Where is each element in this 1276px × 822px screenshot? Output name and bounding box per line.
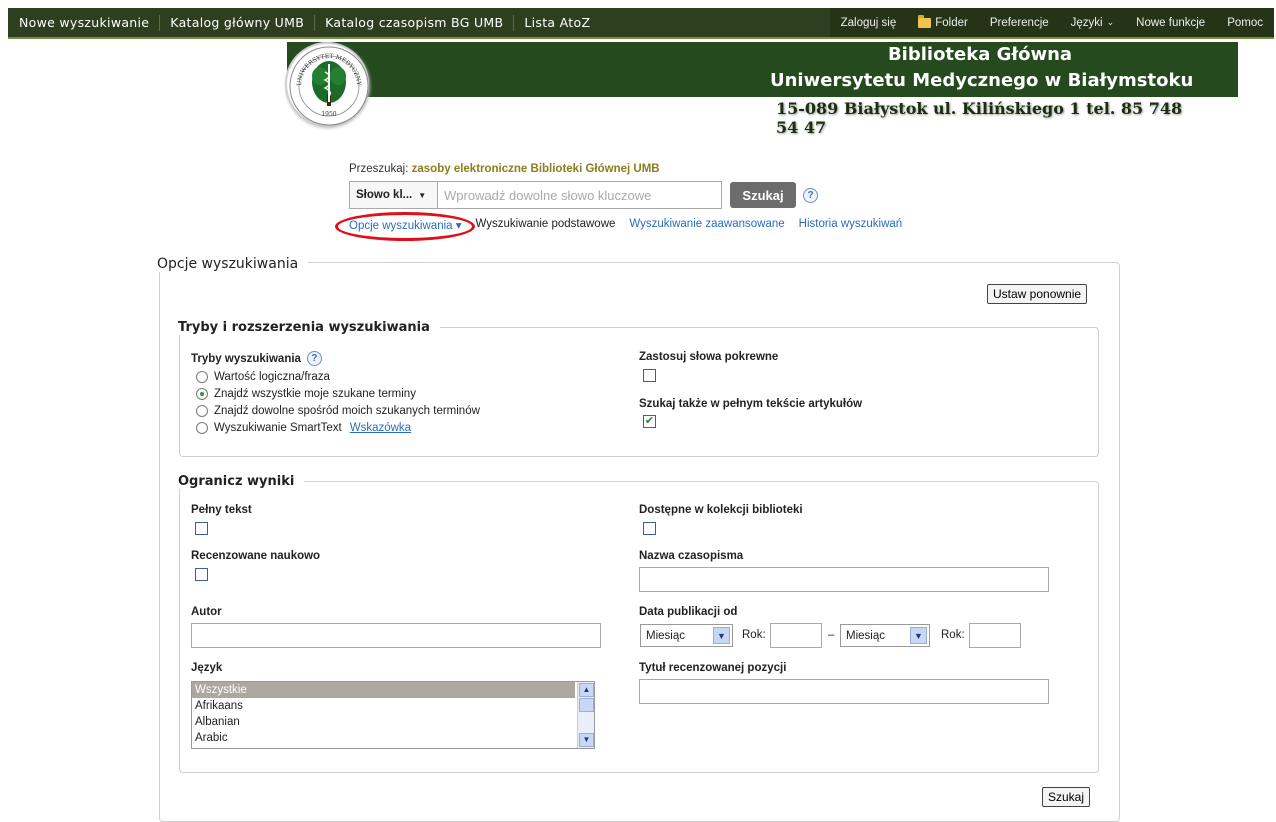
languages-label: Języki — [1070, 16, 1103, 29]
year-from-label: Rok: — [742, 629, 766, 641]
search-history-link[interactable]: Historia wyszukiwań — [799, 218, 903, 232]
search-scope-label: Przeszukaj: zasoby elektroniczne Bibliot… — [349, 163, 660, 175]
language-label: Język — [191, 662, 223, 674]
login-link[interactable]: Zaloguj się — [830, 17, 908, 29]
mode-option-any-terms[interactable]: Znajdź dowolne spośród moich szukanych t… — [196, 405, 480, 417]
author-input[interactable] — [191, 623, 601, 648]
related-words-label: Zastosuj słowa pokrewne — [639, 351, 779, 363]
top-nav-right: Zaloguj się Folder Preferencje Języki ⌄ … — [829, 8, 1274, 37]
nav-journal-catalog[interactable]: Katalog czasopism BG UMB — [315, 14, 515, 31]
search-modes-label: Tryby wyszukiwania ? — [191, 351, 322, 366]
options-search-button[interactable]: Szukaj — [1042, 787, 1091, 807]
peer-reviewed-checkbox[interactable] — [195, 568, 208, 581]
university-seal-logo: UNIWERSYTET MEDYCZNY W BIAŁYMSTOKU 1950 — [285, 42, 369, 126]
search-scope-prefix: Przeszukaj: — [349, 163, 409, 175]
available-in-library-checkbox[interactable] — [643, 522, 656, 535]
listbox-scrollbar[interactable]: ▲ ▼ — [577, 682, 594, 748]
related-words-checkbox[interactable] — [643, 369, 656, 382]
language-listbox[interactable]: Wszystkie Afrikaans Albanian Arabic ▲ ▼ — [191, 681, 595, 749]
available-in-library-label: Dostępne w kolekcji biblioteki — [639, 504, 803, 516]
author-label: Autor — [191, 606, 222, 618]
publication-date-label: Data publikacji od — [639, 606, 738, 618]
limit-results-title: Ogranicz wyniki — [178, 474, 305, 489]
fulltext-search-label: Szukaj także w pełnym tekście artykułów — [639, 398, 863, 410]
radio-button[interactable] — [196, 405, 208, 417]
basic-search-link[interactable]: Wyszukiwanie podstawowe — [476, 218, 616, 232]
date-range-dash: – — [828, 629, 835, 641]
nav-main-catalog[interactable]: Katalog główny UMB — [160, 14, 316, 31]
search-scope-source: zasoby elektroniczne Biblioteki Głównej … — [411, 163, 660, 175]
mode-option-all-terms[interactable]: Znajdź wszystkie moje szukane terminy — [196, 388, 416, 400]
peer-reviewed-label: Recenzowane naukowo — [191, 550, 321, 562]
nav-atoz-list[interactable]: Lista AtoZ — [514, 15, 600, 31]
folder-label: Folder — [935, 16, 968, 29]
mode-option-smarttext[interactable]: Wyszukiwanie SmartText Wskazówka — [196, 422, 411, 434]
chevron-down-icon: ▼ — [713, 627, 730, 644]
top-navigation-bar: Nowe wyszukiwanie Katalog główny UMB Kat… — [8, 8, 1274, 39]
scroll-down-icon[interactable]: ▼ — [579, 733, 594, 747]
full-text-checkbox[interactable] — [195, 522, 208, 535]
reviewed-title-label: Tytuł recenzowanej pozycji — [639, 662, 787, 674]
search-bar: Słowo kl... ▼ Szukaj ? — [349, 181, 818, 209]
help-icon[interactable]: ? — [803, 187, 818, 203]
search-button[interactable]: Szukaj — [730, 182, 796, 208]
advanced-search-link[interactable]: Wyszukiwanie zaawansowane — [629, 218, 784, 232]
top-nav-left: Nowe wyszukiwanie Katalog główny UMB Kat… — [8, 8, 600, 37]
highlight-annotation-oval — [335, 212, 475, 241]
journal-name-input[interactable] — [639, 567, 1049, 592]
preferences-link[interactable]: Preferencje — [979, 17, 1060, 29]
library-name-line2: Uniwersytetu Medycznego w Białymstoku — [770, 70, 1194, 91]
list-item[interactable]: Arabic — [192, 730, 575, 746]
radio-button[interactable] — [196, 371, 208, 383]
folder-link[interactable]: Folder — [907, 14, 979, 29]
year-to-label: Rok: — [941, 629, 965, 641]
scroll-up-icon[interactable]: ▲ — [579, 683, 594, 697]
journal-name-label: Nazwa czasopisma — [639, 550, 744, 562]
search-input[interactable] — [437, 181, 722, 209]
full-text-label: Pełny tekst — [191, 504, 252, 516]
chevron-down-icon: ▼ — [910, 627, 927, 644]
scroll-thumb[interactable] — [579, 698, 594, 712]
month-from-select[interactable]: Miesiąc ▼ — [640, 624, 733, 647]
list-item[interactable]: Wszystkie — [192, 682, 575, 698]
reviewed-title-input[interactable] — [639, 679, 1049, 704]
search-field-value: Słowo kl... — [356, 189, 413, 201]
nav-new-search[interactable]: Nowe wyszukiwanie — [8, 14, 161, 31]
help-icon[interactable]: ? — [306, 351, 322, 366]
list-item[interactable]: Albanian — [192, 714, 575, 730]
year-to-input[interactable] — [969, 623, 1021, 648]
list-item[interactable]: Afrikaans — [192, 698, 575, 714]
caret-down-icon: ▼ — [418, 190, 427, 200]
chevron-down-icon: ⌄ — [1106, 17, 1115, 27]
seal-year: 1950 — [321, 111, 336, 118]
year-from-input[interactable] — [770, 623, 822, 648]
search-field-select[interactable]: Słowo kl... ▼ — [349, 181, 437, 209]
help-link[interactable]: Pomoc — [1216, 17, 1274, 29]
languages-menu[interactable]: Języki ⌄ — [1060, 17, 1126, 29]
library-address: 15-089 Białystok ul. Kilińskiego 1 tel. … — [776, 99, 1183, 137]
radio-button[interactable] — [196, 422, 208, 434]
fulltext-search-checkbox[interactable]: ✔ — [643, 415, 656, 428]
new-features-link[interactable]: Nowe funkcje — [1125, 17, 1216, 29]
folder-icon — [918, 14, 932, 28]
reset-button[interactable]: Ustaw ponownie — [987, 284, 1088, 304]
month-to-select[interactable]: Miesiąc ▼ — [840, 624, 930, 647]
library-name-line1: Biblioteka Główna — [887, 44, 1073, 65]
search-modes-title: Tryby i rozszerzenia wyszukiwania — [178, 320, 440, 335]
mode-option-boolean[interactable]: Wartość logiczna/fraza — [196, 371, 330, 383]
search-options-title: Opcje wyszukiwania — [157, 256, 309, 272]
radio-button-selected[interactable] — [196, 388, 208, 400]
hint-link[interactable]: Wskazówka — [350, 422, 411, 434]
